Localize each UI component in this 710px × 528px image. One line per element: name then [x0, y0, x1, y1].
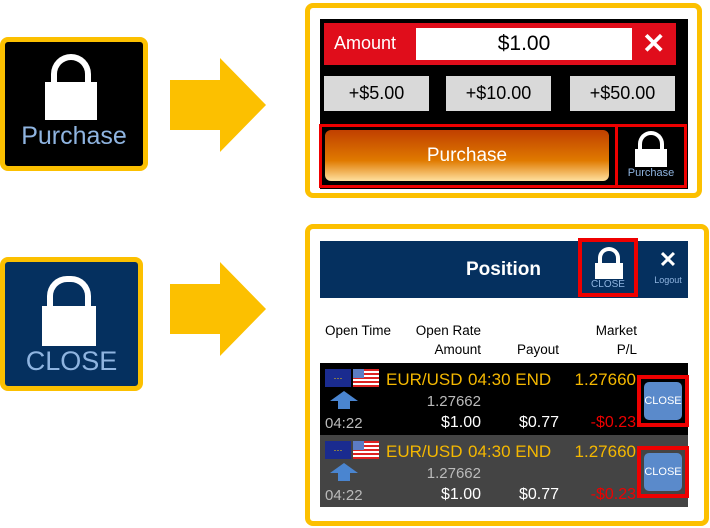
purchase-legend-label: Purchase: [21, 122, 127, 150]
amount: $1.00: [440, 486, 481, 503]
eu-flag-icon: ⋯: [325, 441, 351, 459]
arrow-up-icon: [330, 463, 358, 481]
close-all-label: CLOSE: [591, 279, 625, 290]
page-title: Position: [466, 259, 541, 280]
header-pl: P/L: [616, 342, 637, 357]
amount-row: Amount $1.00 ✕: [324, 23, 676, 65]
open-time: 04:22: [325, 487, 363, 504]
x-icon: ✕: [658, 247, 678, 272]
us-flag-icon: [353, 369, 379, 387]
clear-amount-button[interactable]: ✕: [642, 27, 665, 60]
close-all-button[interactable]: CLOSE: [578, 238, 638, 297]
profit-loss: -$0.23: [590, 414, 636, 431]
payout: $0.77: [518, 414, 559, 431]
purchase-panel: Amount $1.00 ✕ +$5.00 +$10.00 +$50.00 Pu…: [319, 19, 688, 189]
header-open-time: Open Time: [325, 323, 392, 338]
purchase-button[interactable]: Purchase: [325, 130, 609, 181]
header-amount: Amount: [434, 342, 481, 357]
close-position-button[interactable]: CLOSE: [637, 446, 689, 498]
open-rate: 1.27662: [426, 393, 481, 410]
position-row[interactable]: ⋯ EUR/USD 04:30 END 1.27660 1.27662 04:2…: [320, 363, 689, 435]
market-rate: 1.27660: [574, 442, 636, 461]
arrow-up-icon: [330, 391, 358, 409]
pair: EUR/USD: [386, 370, 463, 389]
position-row[interactable]: ⋯ EUR/USD 04:30 END 1.27660 1.27662 04:2…: [320, 435, 689, 507]
logout-label: Logout: [654, 275, 682, 285]
profit-loss: -$0.23: [590, 486, 636, 503]
expiry: 04:30 END: [468, 370, 552, 389]
amount-input[interactable]: $1.00: [416, 28, 632, 60]
amount-label: Amount: [334, 33, 397, 53]
expiry: 04:30 END: [468, 442, 552, 461]
market-rate: 1.27660: [574, 370, 636, 389]
open-rate: 1.27662: [426, 465, 481, 482]
payout: $0.77: [518, 486, 559, 503]
pair: EUR/USD: [386, 442, 463, 461]
close-label: CLOSE: [644, 382, 682, 420]
arrow-right-icon: [170, 58, 266, 152]
column-headers: Open Time Open Rate Amount Payout Market…: [320, 298, 688, 363]
header-open-rate: Open Rate: [415, 323, 481, 338]
close-icon-legend: CLOSE: [0, 257, 143, 391]
add-5-button[interactable]: +$5.00: [324, 76, 429, 111]
open-time: 04:22: [325, 415, 363, 432]
us-flag-icon: [353, 441, 379, 459]
header-payout: Payout: [516, 342, 559, 357]
purchase-icon-label: Purchase: [627, 167, 675, 179]
close-legend-label: CLOSE: [25, 346, 118, 376]
add-50-button[interactable]: +$50.00: [570, 76, 675, 111]
purchase-icon-button[interactable]: Purchase: [618, 129, 684, 183]
close-position-button[interactable]: CLOSE: [637, 375, 689, 427]
position-header: Position CLOSE ✕ Logout: [320, 238, 688, 298]
purchase-icon-legend: Purchase: [0, 37, 148, 171]
close-label: CLOSE: [644, 453, 682, 491]
amount: $1.00: [440, 414, 481, 431]
eu-flag-icon: ⋯: [325, 369, 351, 387]
logout-button[interactable]: ✕ Logout: [650, 247, 686, 295]
arrow-right-icon: [170, 262, 266, 356]
add-10-button[interactable]: +$10.00: [446, 76, 551, 111]
header-market: Market: [595, 323, 637, 338]
